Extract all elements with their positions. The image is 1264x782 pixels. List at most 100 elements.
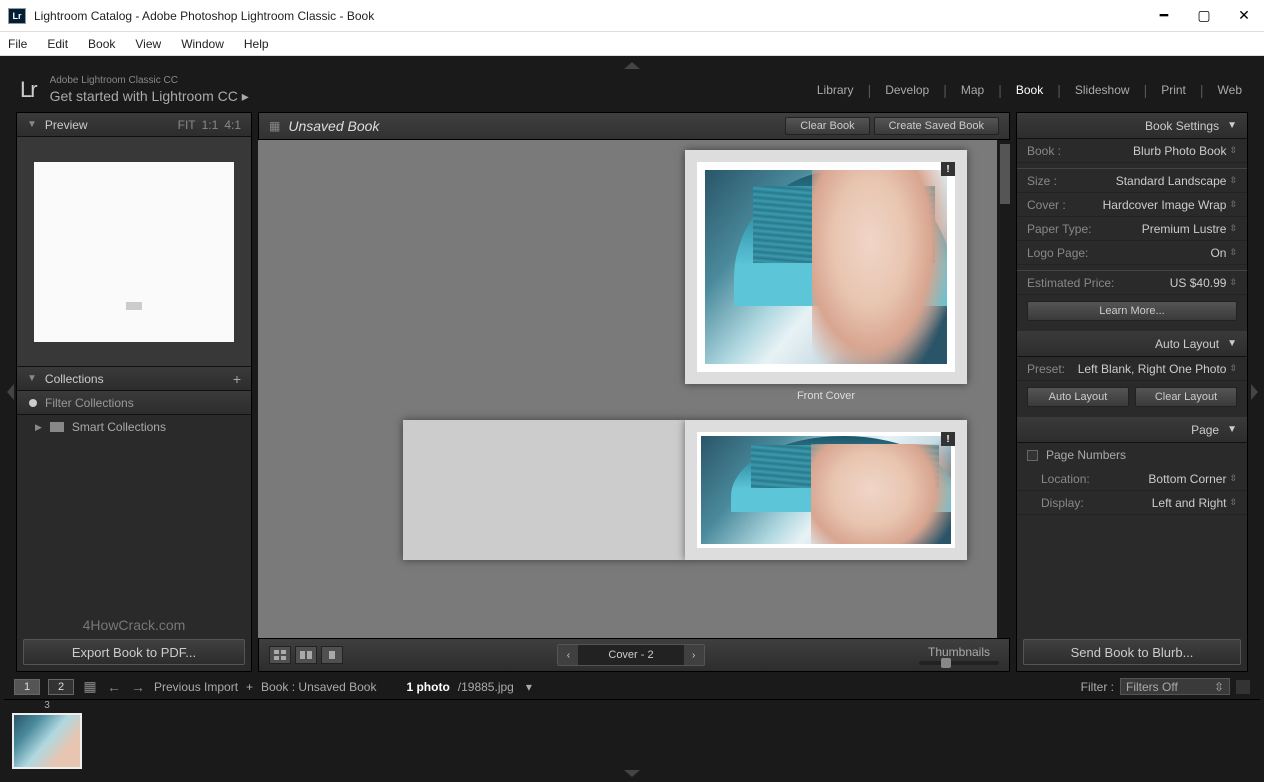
thumbnails-label: Thumbnails [928,645,990,659]
book-title: Unsaved Book [288,118,379,134]
preview-panel-header[interactable]: ▼ Preview FIT 1:1 4:1 [17,113,251,137]
watermark-text: 4HowCrack.com [17,613,251,637]
warning-icon[interactable]: ! [941,432,955,446]
left-panel-toggle[interactable] [4,112,16,672]
filmstrip-thumbnail[interactable] [12,713,82,769]
book-layout-area[interactable]: ! Front Cover ! [258,140,997,638]
warning-icon[interactable]: ! [941,162,955,176]
module-library[interactable]: Library [815,83,856,97]
filmstrip[interactable]: 3 [4,700,1260,768]
photo-count: 1 photo [406,680,449,694]
preset-dropdown[interactable]: Preset:Left Blank, Right One Photo⇳ [1017,357,1247,381]
scrollbar[interactable] [1000,144,1010,204]
learn-more-button[interactable]: Learn More... [1027,301,1237,321]
collections-panel-header[interactable]: ▼ Collections + [17,367,251,391]
page-navigator: ‹ Cover - 2 › [557,644,704,666]
menu-help[interactable]: Help [240,35,273,53]
close-button[interactable]: ✕ [1232,4,1256,28]
size-dropdown[interactable]: Size :Standard Landscape⇳ [1017,169,1247,193]
dropdown-arrow-icon[interactable]: ▾ [526,680,532,694]
prev-page-button[interactable]: ‹ [558,645,578,665]
plus-separator: + [246,680,253,694]
zoom-4-1[interactable]: 4:1 [224,118,241,132]
book-settings-header[interactable]: Book Settings▼ [1017,113,1247,139]
preview-area[interactable] [17,137,251,367]
send-to-blurb-button[interactable]: Send Book to Blurb... [1023,639,1241,665]
product-name-label: Adobe Lightroom Classic CC [50,75,249,86]
add-collection-button[interactable]: + [233,371,241,387]
back-arrow-icon[interactable]: ← [106,679,122,695]
module-book[interactable]: Book [1014,83,1045,97]
front-cover-label: Front Cover [685,390,967,402]
location-dropdown[interactable]: Location:Bottom Corner⇳ [1017,467,1247,491]
filename-label: /19885.jpg [458,680,514,694]
grid-view-icon[interactable]: ▦ [82,679,98,695]
export-pdf-button[interactable]: Export Book to PDF... [23,639,245,665]
logo-page-dropdown[interactable]: Logo Page:On⇳ [1017,241,1247,265]
back-cover-page[interactable] [403,420,685,560]
app-icon: Lr [8,8,26,24]
zoom-fit[interactable]: FIT [178,118,196,132]
window-title: Lightroom Catalog - Adobe Photoshop Ligh… [34,9,1152,23]
module-picker: Library| Develop| Map| Book| Slideshow| … [815,82,1244,98]
filter-lock-icon[interactable] [1236,680,1250,694]
front-cover-page[interactable]: ! [685,150,967,384]
right-panel-toggle[interactable] [1248,112,1260,672]
book-type-dropdown[interactable]: Book :Blurb Photo Book⇳ [1017,139,1247,163]
page-panel-header[interactable]: Page▼ [1017,417,1247,443]
forward-arrow-icon[interactable]: → [130,679,146,695]
screen-1-button[interactable]: 1 [14,679,40,695]
filter-collections-input[interactable]: Filter Collections [17,391,251,415]
page-numbers-checkbox[interactable]: Page Numbers [1017,443,1247,467]
multi-page-view-button[interactable] [269,646,291,664]
module-slideshow[interactable]: Slideshow [1073,83,1132,97]
top-panel-toggle[interactable] [4,60,1260,70]
collection-icon [50,422,64,432]
next-page-button[interactable]: › [684,645,704,665]
thumbnail-size-slider[interactable] [919,661,999,665]
search-icon [29,399,37,407]
module-map[interactable]: Map [959,83,986,97]
source-book[interactable]: Book : Unsaved Book [261,680,376,694]
filter-dropdown[interactable]: Filters Off⇳ [1120,678,1230,695]
cover-dropdown[interactable]: Cover :Hardcover Image Wrap⇳ [1017,193,1247,217]
screen-2-button[interactable]: 2 [48,679,74,695]
display-dropdown[interactable]: Display:Left and Right⇳ [1017,491,1247,515]
bottom-panel-toggle[interactable] [4,768,1260,778]
chevron-down-icon: ▼ [1227,424,1237,435]
chevron-down-icon: ▼ [1227,338,1237,349]
module-web[interactable]: Web [1216,83,1244,97]
minimize-button[interactable]: ━ [1152,4,1176,28]
menu-bar: File Edit Book View Window Help [0,32,1264,56]
page-1[interactable]: ! [685,420,967,560]
paper-type-dropdown[interactable]: Paper Type:Premium Lustre⇳ [1017,217,1247,241]
module-print[interactable]: Print [1159,83,1188,97]
zoom-1-1[interactable]: 1:1 [202,118,219,132]
get-started-link[interactable]: Get started with Lightroom CC ▸ [50,88,249,105]
chevron-down-icon: ▼ [27,373,37,384]
menu-edit[interactable]: Edit [43,35,72,53]
thumb-index: 3 [44,700,50,711]
menu-view[interactable]: View [131,35,165,53]
create-saved-book-button[interactable]: Create Saved Book [874,117,999,135]
single-page-view-button[interactable] [321,646,343,664]
spread-view-button[interactable] [295,646,317,664]
preview-title: Preview [45,118,88,132]
window-titlebar: Lr Lightroom Catalog - Adobe Photoshop L… [0,0,1264,32]
smart-collections-item[interactable]: ▶ Smart Collections [17,415,251,439]
module-develop[interactable]: Develop [883,83,931,97]
menu-book[interactable]: Book [84,35,119,53]
estimated-price-row: Estimated Price:US $40.99⇳ [1017,271,1247,295]
page-range-label: Cover - 2 [578,645,683,665]
filter-label: Filter : [1081,680,1114,694]
source-previous-import[interactable]: Previous Import [154,680,238,694]
maximize-button[interactable]: ▢ [1192,4,1216,28]
auto-layout-header[interactable]: Auto Layout▼ [1017,331,1247,357]
clear-layout-button[interactable]: Clear Layout [1135,387,1237,407]
chevron-down-icon: ▼ [27,119,37,130]
menu-file[interactable]: File [4,35,31,53]
menu-window[interactable]: Window [177,35,228,53]
clear-book-button[interactable]: Clear Book [785,117,869,135]
auto-layout-button[interactable]: Auto Layout [1027,387,1129,407]
collections-title: Collections [45,372,104,386]
